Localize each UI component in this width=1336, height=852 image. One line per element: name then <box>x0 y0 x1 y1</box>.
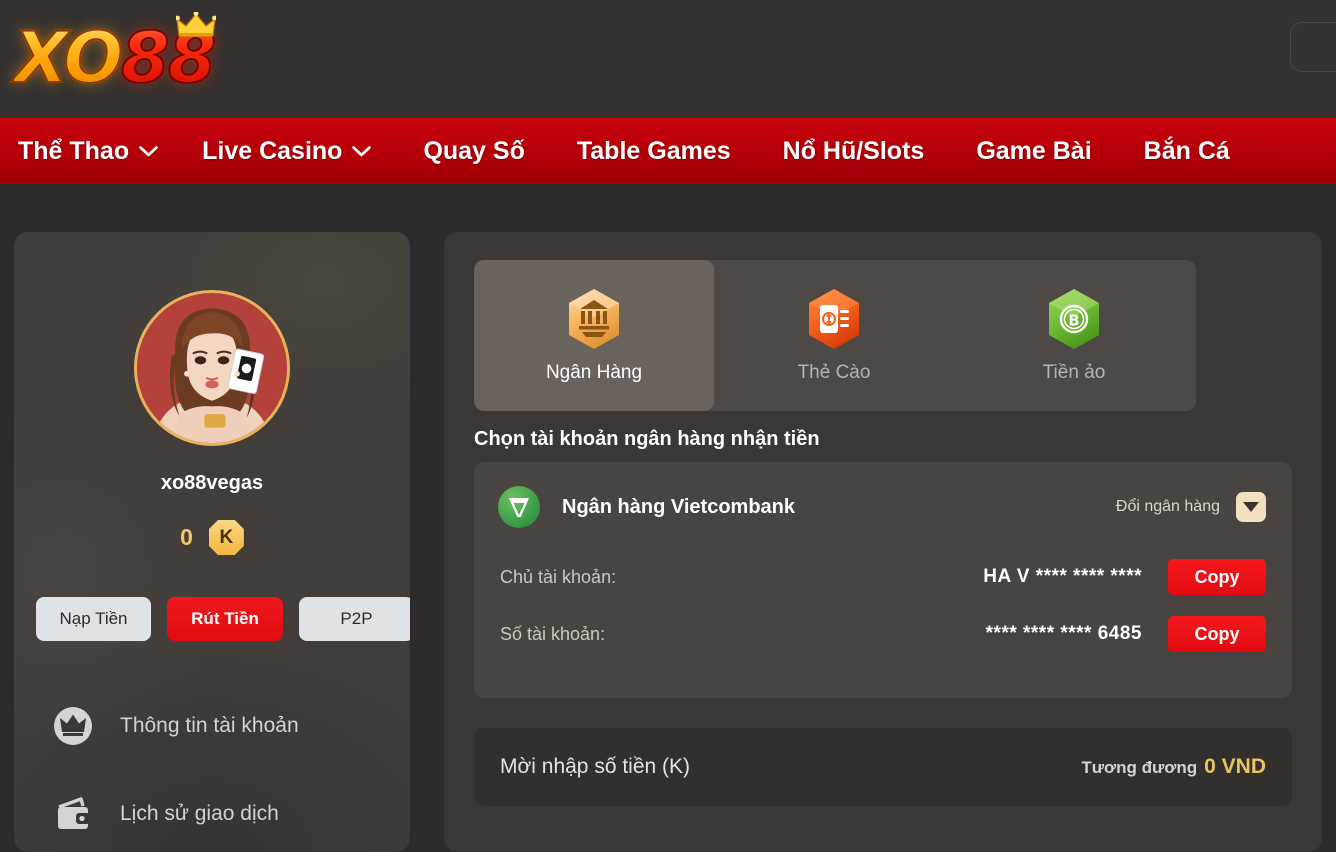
header-action-button[interactable] <box>1290 22 1336 72</box>
nav-label: Game Bài <box>976 136 1092 165</box>
change-bank-label: Đổi ngân hàng <box>1115 498 1220 515</box>
balance-amount: 0 <box>180 524 193 550</box>
svg-text:B: B <box>1068 311 1079 329</box>
avatar-image <box>137 293 287 443</box>
amount-input-row[interactable]: Mời nhập số tiền (K) Tương đương 0 VND <box>474 728 1292 806</box>
account-actions: Nạp Tiền Rút Tiền P2P <box>36 597 410 641</box>
currency-badge: K <box>208 520 244 555</box>
nav-label: Live Casino <box>202 136 343 165</box>
vietcombank-logo-icon <box>498 486 540 528</box>
tab-bank[interactable]: Ngân Hàng <box>474 260 714 411</box>
amount-input-placeholder[interactable]: Mời nhập số tiền (K) <box>500 755 690 779</box>
chevron-down-icon[interactable] <box>1236 492 1266 522</box>
p2p-button[interactable]: P2P <box>299 597 410 641</box>
avatar[interactable] <box>134 290 290 446</box>
balance-row: 0 K <box>14 520 410 555</box>
nav-label: Quay Số <box>423 136 525 165</box>
account-sidebar: xo88vegas 0 K Nạp Tiền Rút Tiền P2P Thôn… <box>14 232 410 852</box>
change-bank-control[interactable]: Đổi ngân hàng <box>1116 492 1266 522</box>
page-body: xo88vegas 0 K Nạp Tiền Rút Tiền P2P Thôn… <box>0 184 1336 852</box>
bank-header: Ngân hàng Vietcombank <box>498 486 795 528</box>
tab-crypto[interactable]: B Tiền ảo <box>954 260 1194 411</box>
payment-method-tabs: Ngân Hàng Thẻ Cào B Tiền ảo <box>474 260 1196 411</box>
crown-icon <box>176 12 216 37</box>
tab-label: Thẻ Cào <box>797 361 871 383</box>
main-navigation: Thể Thao Live Casino Quay Số Table Games… <box>0 118 1336 184</box>
nav-label: Thể Thao <box>18 136 130 165</box>
nav-item-5[interactable]: Game Bài <box>976 137 1125 166</box>
bank-hexagon-icon <box>569 288 619 349</box>
account-number-row: Số tài khoản: **** **** **** 6485 Copy <box>500 616 1266 652</box>
account-holder-label: Chủ tài khoản: <box>500 566 617 587</box>
sidebar-item-account-info[interactable]: Thông tin tài khoản <box>14 682 410 770</box>
tab-label: Tiền ảo <box>1042 361 1106 383</box>
sidebar-item-label: Lịch sử giao dịch <box>120 802 279 825</box>
nav-item-3[interactable]: Table Games <box>577 137 765 166</box>
nav-item-0[interactable]: Thể Thao <box>18 137 184 166</box>
nav-item-6[interactable]: Bắn Cá <box>1144 137 1264 166</box>
amount-equivalent: Tương đương 0 VND <box>1081 755 1266 779</box>
nav-label: Nổ Hũ/Slots <box>782 136 925 165</box>
section-title: Chọn tài khoản ngân hàng nhận tiền <box>474 428 820 450</box>
sidebar-menu: Thông tin tài khoản Lịch sử giao dịch <box>14 682 410 852</box>
copy-account-holder-button[interactable]: Copy <box>1168 559 1266 595</box>
crown-icon <box>54 707 92 745</box>
withdraw-panel: Ngân Hàng Thẻ Cào B Tiền ảo Chọn tài kho… <box>444 232 1322 852</box>
nav-label: Table Games <box>576 136 731 165</box>
tab-label: Ngân Hàng <box>545 361 643 383</box>
site-header: XO88 <box>0 0 1336 118</box>
nav-item-4[interactable]: Nổ Hũ/Slots <box>783 137 959 166</box>
xo88-logo[interactable]: XO88 <box>13 8 254 108</box>
nav-label: Bắn Cá <box>1143 136 1230 165</box>
withdraw-button[interactable]: Rút Tiền <box>167 597 283 641</box>
equivalent-label: Tương đương <box>1081 758 1198 777</box>
bank-account-card: Ngân hàng Vietcombank Đổi ngân hàng Chủ … <box>474 462 1292 698</box>
prepaid-card-hexagon-icon <box>809 288 859 349</box>
copy-account-number-button[interactable]: Copy <box>1168 616 1266 652</box>
deposit-button[interactable]: Nạp Tiền <box>36 597 151 641</box>
account-number-label: Số tài khoản: <box>500 623 606 644</box>
nav-item-2[interactable]: Quay Số <box>423 137 558 166</box>
equivalent-value: 0 VND <box>1204 755 1266 778</box>
sidebar-item-transaction-history[interactable]: Lịch sử giao dịch <box>14 770 410 852</box>
username: xo88vegas <box>160 472 264 494</box>
sidebar-item-label: Thông tin tài khoản <box>120 714 299 737</box>
bank-name: Ngân hàng Vietcombank <box>562 495 796 518</box>
account-holder-row: Chủ tài khoản: HA V **** **** **** Copy <box>500 559 1266 595</box>
nav-item-1[interactable]: Live Casino <box>202 137 405 166</box>
chevron-down-icon <box>139 145 158 156</box>
chevron-down-icon <box>352 145 372 156</box>
logo-xo-text: XO <box>13 16 124 100</box>
crypto-bitcoin-hexagon-icon: B <box>1049 288 1099 349</box>
tab-prepaid-card[interactable]: Thẻ Cào <box>714 260 954 411</box>
wallet-icon <box>58 797 90 829</box>
account-number-value: **** **** **** 6485 <box>985 623 1142 644</box>
vietcombank-v-glyph <box>509 498 529 517</box>
account-holder-value: HA V **** **** **** <box>983 566 1142 587</box>
